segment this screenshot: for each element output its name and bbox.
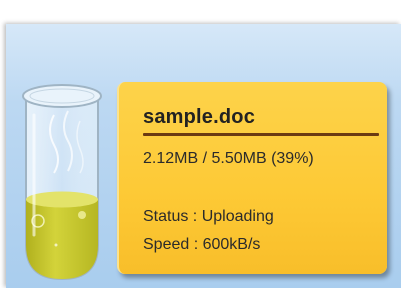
upload-info-card: sample.doc 2.12MB / 5.50MB (39%) Status … xyxy=(117,82,387,274)
title-divider xyxy=(143,133,379,136)
speed-text: Speed : 600kB/s xyxy=(143,236,261,253)
file-name: sample.doc xyxy=(143,106,256,128)
status-text: Status : Uploading xyxy=(143,208,274,225)
upload-widget: sample.doc 2.12MB / 5.50MB (39%) Status … xyxy=(0,0,401,288)
progress-text: 2.12MB / 5.50MB (39%) xyxy=(143,150,314,167)
test-tube-icon xyxy=(22,84,102,281)
